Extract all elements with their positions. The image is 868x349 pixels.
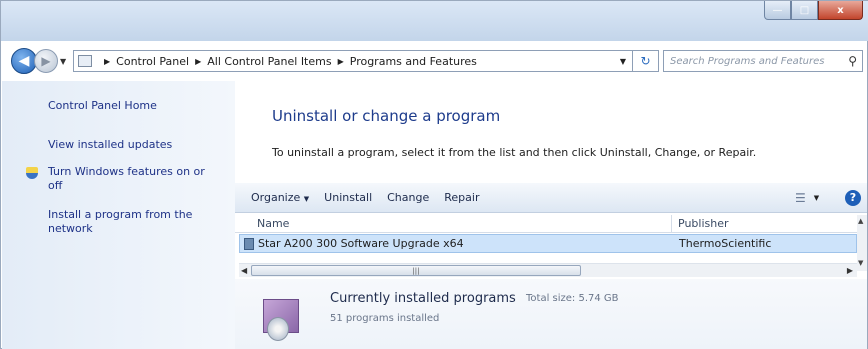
- column-header-publisher[interactable]: Publisher: [672, 215, 729, 232]
- help-icon[interactable]: ?: [845, 189, 861, 206]
- page-title: Uninstall or change a program: [272, 107, 501, 125]
- details-title: Currently installed programs: [330, 291, 516, 306]
- chevron-down-icon: ▼: [303, 195, 310, 203]
- programs-and-features-window: — □ x ◀ ▶ ▼ ▶ Control Panel ▶ All Contro…: [0, 0, 868, 349]
- maximize-button[interactable]: □: [791, 1, 818, 20]
- page-description: To uninstall a program, select it from t…: [272, 146, 757, 159]
- vertical-scrollbar[interactable]: ▲ ▼: [857, 215, 867, 271]
- details-pane: Currently installed programs Total size:…: [235, 279, 867, 349]
- navigation-bar: ◀ ▶ ▼ ▶ Control Panel ▶ All Control Pane…: [11, 47, 863, 75]
- organize-button[interactable]: Organize ▼: [251, 191, 309, 204]
- organize-label: Organize: [251, 191, 301, 204]
- horizontal-scrollbar[interactable]: ◀ ||| ▶: [239, 263, 857, 277]
- breadcrumb: ▶ Control Panel ▶ All Control Panel Item…: [98, 55, 477, 68]
- program-icon: [244, 237, 254, 250]
- title-bar: — □ x: [1, 1, 868, 41]
- search-input[interactable]: Search Programs and Features ⚲: [663, 50, 863, 72]
- refresh-button[interactable]: ↻: [633, 50, 659, 72]
- change-view-button[interactable]: ☰ ▼: [795, 191, 835, 205]
- close-button[interactable]: x: [818, 1, 863, 20]
- sidebar-item-view-updates[interactable]: View installed updates: [48, 138, 172, 152]
- change-button[interactable]: Change: [387, 191, 429, 204]
- program-name: Star A200 300 Software Upgrade x64: [258, 237, 464, 250]
- breadcrumb-arrow-icon[interactable]: ▶: [338, 57, 344, 66]
- programs-count: 51 programs installed: [330, 313, 440, 324]
- programs-box-icon: [263, 293, 299, 341]
- scrollbar-thumb[interactable]: |||: [251, 265, 581, 276]
- control-panel-icon: [78, 55, 92, 67]
- search-icon[interactable]: ⚲: [848, 54, 857, 68]
- scroll-right-icon[interactable]: ▶: [847, 266, 853, 275]
- forward-button[interactable]: ▶: [34, 49, 58, 73]
- view-options-icon: ☰: [795, 190, 806, 205]
- minimize-button[interactable]: —: [764, 1, 791, 20]
- shield-icon: [26, 167, 38, 179]
- breadcrumb-control-panel[interactable]: Control Panel: [116, 55, 189, 68]
- back-arrow-icon: ◀: [18, 53, 30, 69]
- table-header: Name Publisher: [235, 215, 857, 233]
- breadcrumb-arrow-icon[interactable]: ▶: [104, 57, 110, 66]
- sidebar-item-windows-features[interactable]: Turn Windows features on or off: [48, 165, 218, 193]
- address-bar[interactable]: ▶ Control Panel ▶ All Control Panel Item…: [73, 50, 633, 72]
- repair-button[interactable]: Repair: [444, 191, 479, 204]
- total-size: Total size: 5.74 GB: [526, 293, 619, 304]
- scroll-down-icon[interactable]: ▼: [858, 259, 863, 267]
- breadcrumb-all-items[interactable]: All Control Panel Items: [207, 55, 331, 68]
- refresh-icon: ↻: [640, 54, 651, 68]
- sidebar-item-control-panel-home[interactable]: Control Panel Home: [48, 99, 157, 113]
- breadcrumb-programs-features[interactable]: Programs and Features: [350, 55, 477, 68]
- command-toolbar: Organize ▼ Uninstall Change Repair ☰ ▼ ?: [235, 183, 867, 213]
- scroll-up-icon[interactable]: ▲: [858, 217, 863, 225]
- program-name-cell: Star A200 300 Software Upgrade x64: [240, 237, 673, 250]
- column-header-name[interactable]: Name: [235, 215, 672, 232]
- breadcrumb-arrow-icon[interactable]: ▶: [195, 57, 201, 66]
- task-pane: Control Panel Home View installed update…: [2, 81, 235, 349]
- chevron-down-icon: ▼: [813, 193, 820, 202]
- scroll-left-icon[interactable]: ◀: [241, 266, 247, 275]
- sidebar-item-install-from-network[interactable]: Install a program from the network: [48, 208, 213, 236]
- caption-buttons: — □ x: [764, 1, 863, 21]
- address-dropdown-icon[interactable]: ▼: [614, 57, 632, 66]
- main-content: Uninstall or change a program To uninsta…: [235, 81, 867, 349]
- uninstall-button[interactable]: Uninstall: [324, 191, 372, 204]
- program-publisher: ThermoScientific: [679, 237, 772, 250]
- table-row[interactable]: Star A200 300 Software Upgrade x64 Therm…: [239, 234, 857, 253]
- search-placeholder: Search Programs and Features: [670, 55, 825, 67]
- recent-pages-dropdown[interactable]: ▼: [60, 57, 70, 66]
- forward-arrow-icon: ▶: [41, 54, 51, 68]
